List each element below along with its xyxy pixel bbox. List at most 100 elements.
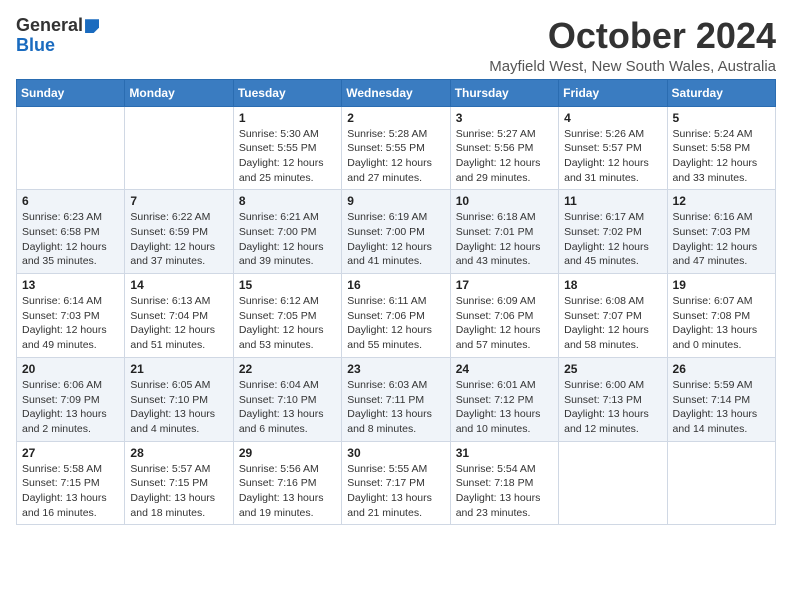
calendar-cell: 31 Sunrise: 5:54 AMSunset: 7:18 PMDayligh…: [450, 441, 558, 525]
calendar-dow-friday: Friday: [559, 79, 667, 106]
calendar-dow-saturday: Saturday: [667, 79, 775, 106]
day-info: Sunrise: 5:54 AMSunset: 7:18 PMDaylight:…: [456, 462, 553, 521]
day-info: Sunrise: 6:22 AMSunset: 6:59 PMDaylight:…: [130, 210, 227, 269]
calendar-cell: 7 Sunrise: 6:22 AMSunset: 6:59 PMDaylight…: [125, 190, 233, 274]
day-number: 17: [456, 278, 553, 292]
calendar-dow-tuesday: Tuesday: [233, 79, 341, 106]
day-number: 20: [22, 362, 119, 376]
day-info: Sunrise: 5:27 AMSunset: 5:56 PMDaylight:…: [456, 127, 553, 186]
logo-blue-text: Blue: [16, 36, 99, 56]
calendar-cell: 11 Sunrise: 6:17 AMSunset: 7:02 PMDayligh…: [559, 190, 667, 274]
calendar-dow-sunday: Sunday: [17, 79, 125, 106]
day-info: Sunrise: 5:59 AMSunset: 7:14 PMDaylight:…: [673, 378, 770, 437]
day-number: 24: [456, 362, 553, 376]
day-info: Sunrise: 6:21 AMSunset: 7:00 PMDaylight:…: [239, 210, 336, 269]
calendar-cell: 10Sunrise: 6:18 AMSunset: 7:01 PMDayligh…: [450, 190, 558, 274]
day-info: Sunrise: 6:06 AMSunset: 7:09 PMDaylight:…: [22, 378, 119, 437]
day-info: Sunrise: 6:14 AMSunset: 7:03 PMDaylight:…: [22, 294, 119, 353]
day-info: Sunrise: 5:55 AMSunset: 7:17 PMDaylight:…: [347, 462, 444, 521]
day-number: 1: [239, 111, 336, 125]
calendar-cell: 1Sunrise: 5:30 AMSunset: 5:55 PMDaylight…: [233, 106, 341, 190]
calendar-cell: 5 Sunrise: 5:24 AMSunset: 5:58 PMDaylight…: [667, 106, 775, 190]
day-info: Sunrise: 5:26 AMSunset: 5:57 PMDaylight:…: [564, 127, 661, 186]
calendar-cell: 2Sunrise: 5:28 AMSunset: 5:55 PMDaylight…: [342, 106, 450, 190]
calendar-cell: 30Sunrise: 5:55 AMSunset: 7:17 PMDayligh…: [342, 441, 450, 525]
page-header: General Blue October 2024 Mayfield West,…: [16, 16, 776, 75]
title-block: October 2024 Mayfield West, New South Wa…: [489, 16, 776, 75]
calendar-week-row: 27 Sunrise: 5:58 AMSunset: 7:15 PMDayligh…: [17, 441, 776, 525]
calendar-cell: 19 Sunrise: 6:07 AMSunset: 7:08 PMDayligh…: [667, 274, 775, 358]
month-title: October 2024: [489, 16, 776, 56]
calendar-cell: 3Sunrise: 5:27 AMSunset: 5:56 PMDaylight…: [450, 106, 558, 190]
calendar-header-row: SundayMondayTuesdayWednesdayThursdayFrid…: [17, 79, 776, 106]
day-info: Sunrise: 5:24 AMSunset: 5:58 PMDaylight:…: [673, 127, 770, 186]
day-info: Sunrise: 6:17 AMSunset: 7:02 PMDaylight:…: [564, 210, 661, 269]
calendar-cell: 12Sunrise: 6:16 AMSunset: 7:03 PMDayligh…: [667, 190, 775, 274]
day-info: Sunrise: 6:07 AMSunset: 7:08 PMDaylight:…: [673, 294, 770, 353]
day-number: 13: [22, 278, 119, 292]
day-info: Sunrise: 6:11 AMSunset: 7:06 PMDaylight:…: [347, 294, 444, 353]
day-info: Sunrise: 5:58 AMSunset: 7:15 PMDaylight:…: [22, 462, 119, 521]
day-number: 31: [456, 446, 553, 460]
logo: General Blue: [16, 16, 99, 56]
day-number: 14: [130, 278, 227, 292]
day-number: 26: [673, 362, 770, 376]
calendar-dow-monday: Monday: [125, 79, 233, 106]
day-info: Sunrise: 5:57 AMSunset: 7:15 PMDaylight:…: [130, 462, 227, 521]
calendar-cell: 15 Sunrise: 6:12 AMSunset: 7:05 PMDayligh…: [233, 274, 341, 358]
day-number: 29: [239, 446, 336, 460]
calendar-cell: 8Sunrise: 6:21 AMSunset: 7:00 PMDaylight…: [233, 190, 341, 274]
day-number: 23: [347, 362, 444, 376]
day-number: 25: [564, 362, 661, 376]
calendar-cell: 26 Sunrise: 5:59 AMSunset: 7:14 PMDayligh…: [667, 357, 775, 441]
calendar-cell: 27 Sunrise: 5:58 AMSunset: 7:15 PMDayligh…: [17, 441, 125, 525]
day-number: 15: [239, 278, 336, 292]
calendar-cell: 13 Sunrise: 6:14 AMSunset: 7:03 PMDayligh…: [17, 274, 125, 358]
day-info: Sunrise: 6:23 AMSunset: 6:58 PMDaylight:…: [22, 210, 119, 269]
calendar-table: SundayMondayTuesdayWednesdayThursdayFrid…: [16, 79, 776, 526]
day-number: 2: [347, 111, 444, 125]
calendar-cell: 20 Sunrise: 6:06 AMSunset: 7:09 PMDayligh…: [17, 357, 125, 441]
calendar-cell: [667, 441, 775, 525]
day-number: 28: [130, 446, 227, 460]
calendar-dow-thursday: Thursday: [450, 79, 558, 106]
day-number: 10: [456, 194, 553, 208]
day-info: Sunrise: 6:09 AMSunset: 7:06 PMDaylight:…: [456, 294, 553, 353]
day-number: 9: [347, 194, 444, 208]
day-number: 7: [130, 194, 227, 208]
day-number: 11: [564, 194, 661, 208]
calendar-cell: 18Sunrise: 6:08 AMSunset: 7:07 PMDayligh…: [559, 274, 667, 358]
calendar-cell: 22 Sunrise: 6:04 AMSunset: 7:10 PMDayligh…: [233, 357, 341, 441]
day-info: Sunrise: 6:13 AMSunset: 7:04 PMDaylight:…: [130, 294, 227, 353]
day-number: 5: [673, 111, 770, 125]
calendar-cell: 9 Sunrise: 6:19 AMSunset: 7:00 PMDaylight…: [342, 190, 450, 274]
calendar-cell: 14 Sunrise: 6:13 AMSunset: 7:04 PMDayligh…: [125, 274, 233, 358]
day-number: 19: [673, 278, 770, 292]
day-info: Sunrise: 5:56 AMSunset: 7:16 PMDaylight:…: [239, 462, 336, 521]
day-info: Sunrise: 6:05 AMSunset: 7:10 PMDaylight:…: [130, 378, 227, 437]
day-number: 6: [22, 194, 119, 208]
calendar-cell: 25 Sunrise: 6:00 AMSunset: 7:13 PMDayligh…: [559, 357, 667, 441]
day-number: 21: [130, 362, 227, 376]
calendar-dow-wednesday: Wednesday: [342, 79, 450, 106]
calendar-cell: 29 Sunrise: 5:56 AMSunset: 7:16 PMDayligh…: [233, 441, 341, 525]
calendar-cell: [559, 441, 667, 525]
day-number: 27: [22, 446, 119, 460]
calendar-cell: [17, 106, 125, 190]
day-info: Sunrise: 6:00 AMSunset: 7:13 PMDaylight:…: [564, 378, 661, 437]
day-info: Sunrise: 6:19 AMSunset: 7:00 PMDaylight:…: [347, 210, 444, 269]
day-info: Sunrise: 6:16 AMSunset: 7:03 PMDaylight:…: [673, 210, 770, 269]
logo-general-text: General: [16, 15, 83, 35]
calendar-cell: 24Sunrise: 6:01 AMSunset: 7:12 PMDayligh…: [450, 357, 558, 441]
day-info: Sunrise: 6:12 AMSunset: 7:05 PMDaylight:…: [239, 294, 336, 353]
calendar-cell: 6 Sunrise: 6:23 AMSunset: 6:58 PMDaylight…: [17, 190, 125, 274]
day-info: Sunrise: 6:03 AMSunset: 7:11 PMDaylight:…: [347, 378, 444, 437]
calendar-week-row: 6 Sunrise: 6:23 AMSunset: 6:58 PMDaylight…: [17, 190, 776, 274]
calendar-cell: 16Sunrise: 6:11 AMSunset: 7:06 PMDayligh…: [342, 274, 450, 358]
day-number: 4: [564, 111, 661, 125]
logo-icon: [85, 19, 99, 33]
day-number: 22: [239, 362, 336, 376]
calendar-week-row: 13 Sunrise: 6:14 AMSunset: 7:03 PMDayligh…: [17, 274, 776, 358]
day-info: Sunrise: 6:04 AMSunset: 7:10 PMDaylight:…: [239, 378, 336, 437]
calendar-cell: 23 Sunrise: 6:03 AMSunset: 7:11 PMDayligh…: [342, 357, 450, 441]
